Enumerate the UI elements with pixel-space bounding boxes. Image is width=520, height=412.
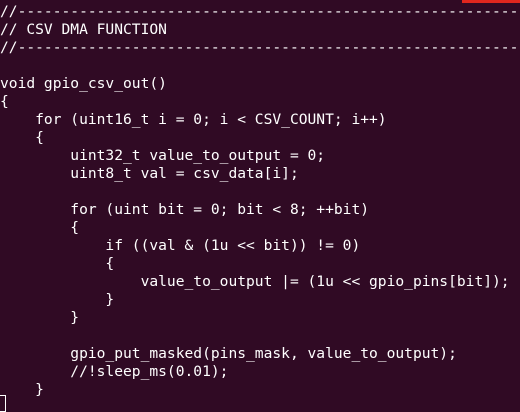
code-line[interactable]: { xyxy=(0,255,114,273)
code-line[interactable]: for (uint16_t i = 0; i < CSV_COUNT; i++) xyxy=(0,111,386,129)
code-line[interactable]: { xyxy=(0,129,44,147)
code-line[interactable]: // CSV DMA FUNCTION xyxy=(0,21,167,39)
code-line[interactable]: { xyxy=(0,219,79,237)
code-line[interactable]: //--------------------------------------… xyxy=(0,39,520,57)
code-line[interactable]: uint32_t value_to_output = 0; xyxy=(0,147,325,165)
code-line[interactable]: void gpio_csv_out() xyxy=(0,75,167,93)
code-line[interactable]: } xyxy=(0,381,44,399)
code-line[interactable]: for (uint bit = 0; bit < 8; ++bit) xyxy=(0,201,369,219)
code-line[interactable]: } xyxy=(0,291,114,309)
code-line[interactable]: //--------------------------------------… xyxy=(0,3,520,21)
code-line[interactable]: //!sleep_ms(0.01); xyxy=(0,363,228,381)
code-line[interactable]: } xyxy=(0,309,79,327)
code-line[interactable]: gpio_put_masked(pins_mask, value_to_outp… xyxy=(0,345,457,363)
code-editor[interactable]: //--------------------------------------… xyxy=(0,0,520,412)
code-line[interactable]: uint8_t val = csv_data[i]; xyxy=(0,165,298,183)
code-line[interactable]: { xyxy=(0,93,9,111)
text-cursor xyxy=(0,395,6,412)
code-line[interactable]: if ((val & (1u << bit)) != 0) xyxy=(0,237,360,255)
code-line[interactable]: value_to_output |= (1u << gpio_pins[bit]… xyxy=(0,273,510,291)
